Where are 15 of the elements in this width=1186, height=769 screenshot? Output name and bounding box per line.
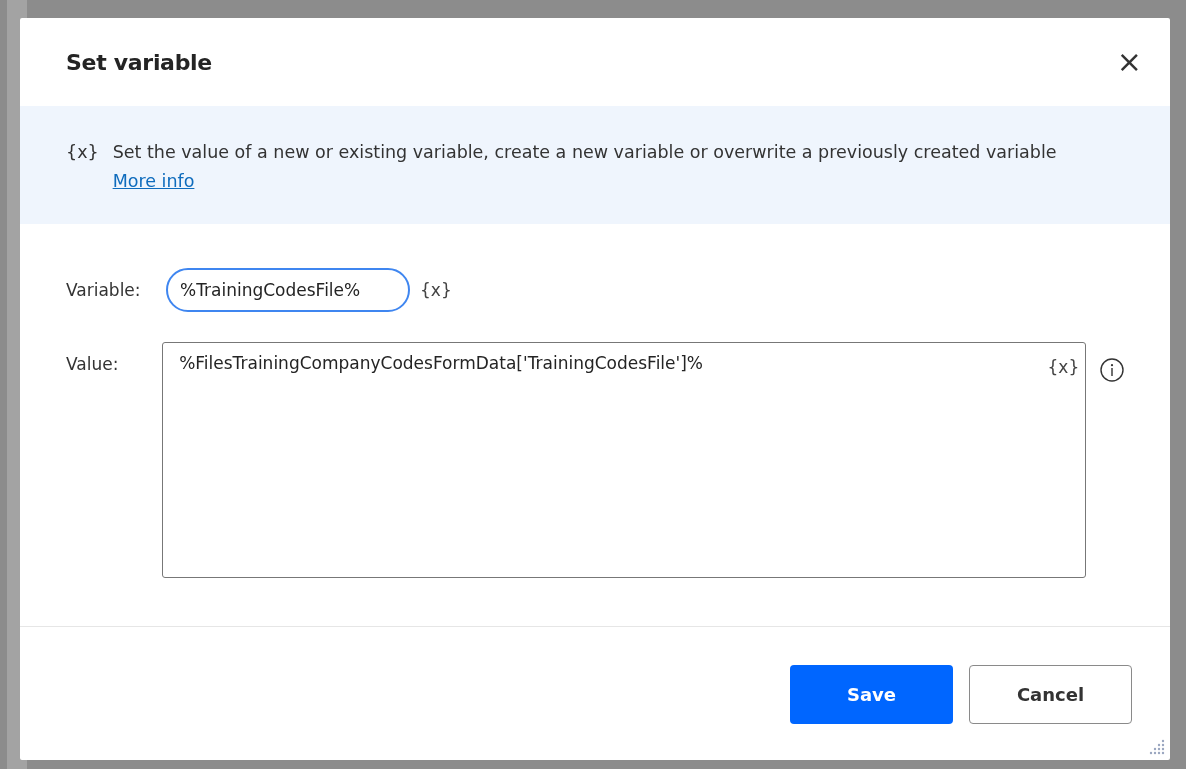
- value-field[interactable]: %FilesTrainingCompanyCodesFormData['TrainingCodesFile']% {x}: [162, 342, 1087, 578]
- cancel-button[interactable]: Cancel: [969, 665, 1132, 724]
- close-button[interactable]: ×: [1112, 47, 1146, 77]
- field-label: Variable:: [66, 279, 142, 302]
- info-text: Set the value of a new or existing variable, create a new variable or overwrite a previously created variable More info: [112, 141, 1058, 193]
- field-label: Value:: [66, 353, 120, 376]
- save-button[interactable]: Save: [790, 665, 953, 724]
- resize-grip-icon[interactable]: [1148, 738, 1166, 756]
- variable-picker-button[interactable]: {x}: [1047, 355, 1080, 381]
- variable-picker-button[interactable]: {x}: [410, 268, 452, 304]
- dialog-title: Set variable: [66, 48, 212, 77]
- variable-icon: {x}: [66, 138, 99, 224]
- more-info-link[interactable]: More info: [112, 171, 195, 191]
- info-icon[interactable]: [1100, 358, 1124, 382]
- variable-name-field[interactable]: %TrainingCodesFile%: [166, 268, 410, 312]
